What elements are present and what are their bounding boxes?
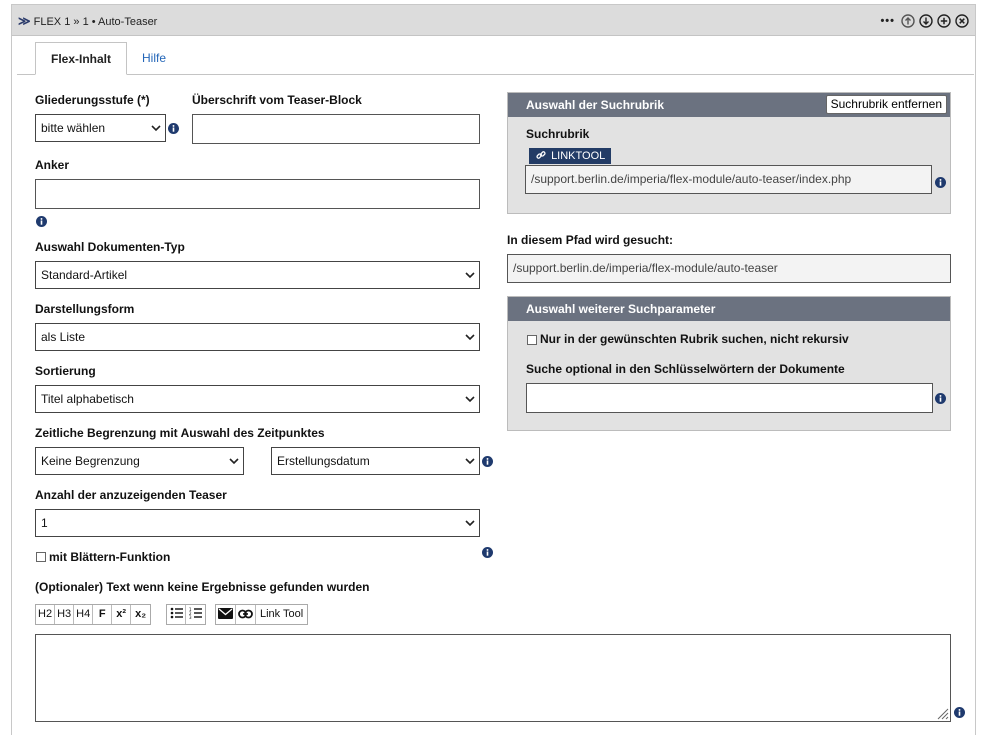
anker-label: Anker	[35, 158, 70, 172]
chevron-down-icon	[151, 124, 161, 132]
info-icon[interactable]	[482, 547, 493, 558]
ueberschrift-input[interactable]	[192, 114, 480, 144]
subscript-button[interactable]: x₂	[131, 605, 150, 624]
move-up-icon[interactable]	[901, 14, 915, 28]
doktyp-value: Standard-Artikel	[41, 268, 128, 282]
bold-button[interactable]: F	[93, 605, 113, 624]
tab-hilfe[interactable]: Hilfe	[142, 42, 166, 75]
blaettern-label: mit Blättern-Funktion	[49, 550, 171, 564]
breadcrumb-module: FLEX 1	[33, 16, 71, 28]
sortierung-label: Sortierung	[35, 364, 96, 378]
add-module-icon[interactable]	[937, 14, 951, 28]
svg-text:3: 3	[189, 615, 192, 619]
blaettern-checkbox[interactable]	[36, 552, 46, 562]
gliederung-select[interactable]: bitte wählen	[35, 114, 166, 142]
nicht-rekursiv-checkbox[interactable]	[527, 335, 537, 345]
link-icon	[536, 151, 546, 159]
doktyp-label: Auswahl Dokumenten-Typ	[35, 240, 185, 254]
tab-bar: Flex-Inhalt Hilfe	[17, 42, 974, 75]
info-icon[interactable]	[168, 123, 179, 134]
remove-suchrubrik-button[interactable]: Suchrubrik entfernen	[825, 95, 947, 114]
keywords-input[interactable]	[526, 383, 933, 413]
zeitpunkt-value: Erstellungsdatum	[277, 454, 370, 468]
info-icon[interactable]	[482, 456, 493, 467]
anker-input[interactable]	[35, 179, 480, 209]
numbered-list-icon[interactable]: 123	[186, 605, 205, 624]
gliederung-label: Gliederungsstufe (*)	[35, 93, 150, 107]
suchparameter-panel-title: Auswahl weiterer Suchparameter	[526, 302, 716, 316]
nicht-rekursiv-label: Nur in der gewünschten Rubrik suchen, ni…	[540, 332, 849, 346]
chevron-down-icon	[465, 333, 475, 341]
gliederung-value: bitte wählen	[41, 121, 106, 135]
darstellung-value: als Liste	[41, 330, 86, 344]
resize-grip-icon[interactable]	[935, 706, 949, 720]
suchrubrik-label: Suchrubrik	[526, 127, 590, 141]
link-tool-button[interactable]: Link Tool	[256, 605, 307, 624]
optional-text-editor[interactable]	[35, 634, 951, 722]
chevron-down-icon	[465, 271, 475, 279]
info-icon[interactable]	[935, 393, 946, 404]
darstellung-select[interactable]: als Liste	[35, 323, 480, 351]
sortierung-value: Titel alphabetisch	[41, 392, 134, 406]
breadcrumb-separator: »	[73, 16, 80, 28]
superscript-button[interactable]: x²	[112, 605, 132, 624]
collapse-chevron-icon[interactable]: ≫	[18, 14, 31, 28]
darstellung-label: Darstellungsform	[35, 302, 135, 316]
suchrubrik-path-field[interactable]: /support.berlin.de/imperia/flex-module/a…	[525, 165, 932, 194]
link-icon[interactable]	[236, 605, 256, 624]
module-controls: •••	[880, 14, 969, 28]
suchrubrik-panel: Auswahl der Suchrubrik Suchrubrik entfer…	[507, 92, 951, 214]
tab-flex-inhalt[interactable]: Flex-Inhalt	[35, 42, 127, 75]
anzahl-value: 1	[41, 516, 48, 530]
info-icon[interactable]	[954, 707, 965, 718]
ueberschrift-label: Überschrift vom Teaser-Block	[192, 93, 362, 107]
move-down-icon[interactable]	[919, 14, 933, 28]
zeitpunkt-select[interactable]: Erstellungsdatum	[271, 447, 480, 475]
keywords-label: Suche optional in den Schlüsselwörtern d…	[526, 362, 845, 376]
chevron-down-icon	[465, 457, 475, 465]
doktyp-select[interactable]: Standard-Artikel	[35, 261, 480, 289]
chevron-down-icon	[465, 395, 475, 403]
suchparameter-panel: Auswahl weiterer Suchparameter Nur in de…	[507, 296, 951, 431]
module-header-bar: ≫ FLEX 1 » 1 • Auto-Teaser •••	[12, 5, 975, 36]
anzahl-label: Anzahl der anzuzeigenden Teaser	[35, 488, 227, 502]
h3-button[interactable]: H3	[55, 605, 75, 624]
anzahl-select[interactable]: 1	[35, 509, 480, 537]
email-link-icon[interactable]	[216, 605, 236, 624]
chevron-down-icon	[229, 457, 239, 465]
more-options-icon[interactable]: •••	[880, 15, 895, 27]
close-module-icon[interactable]	[955, 14, 969, 28]
zeit-label: Zeitliche Begrenzung mit Auswahl des Zei…	[35, 426, 325, 440]
h4-button[interactable]: H4	[74, 605, 94, 624]
sortierung-select[interactable]: Titel alphabetisch	[35, 385, 480, 413]
breadcrumb: ≫ FLEX 1 » 1 • Auto-Teaser	[18, 14, 157, 28]
zeit-begrenzung-value: Keine Begrenzung	[41, 454, 140, 468]
pfad-label: In diesem Pfad wird gesucht:	[507, 233, 674, 247]
link-toolbar-group: Link Tool	[215, 604, 309, 625]
pfad-field: /support.berlin.de/imperia/flex-module/a…	[507, 254, 951, 283]
zeit-begrenzung-select[interactable]: Keine Begrenzung	[35, 447, 244, 475]
suchrubrik-panel-header: Auswahl der Suchrubrik Suchrubrik entfer…	[508, 93, 950, 117]
info-icon[interactable]	[935, 177, 946, 188]
linktool-button[interactable]: LINKTOOL	[529, 148, 612, 164]
info-icon[interactable]	[36, 216, 47, 227]
h2-button[interactable]: H2	[36, 605, 56, 624]
suchrubrik-panel-title: Auswahl der Suchrubrik	[526, 98, 665, 112]
optionaltext-label: (Optionaler) Text wenn keine Ergebnisse …	[35, 580, 370, 594]
chevron-down-icon	[465, 519, 475, 527]
bullet-list-icon[interactable]	[167, 605, 186, 624]
heading-toolbar-group: H2 H3 H4 F x² x₂	[35, 604, 152, 625]
breadcrumb-item: 1 • Auto-Teaser	[82, 16, 158, 28]
suchparameter-panel-header: Auswahl weiterer Suchparameter	[508, 297, 950, 321]
list-toolbar-group: 123	[166, 604, 206, 625]
